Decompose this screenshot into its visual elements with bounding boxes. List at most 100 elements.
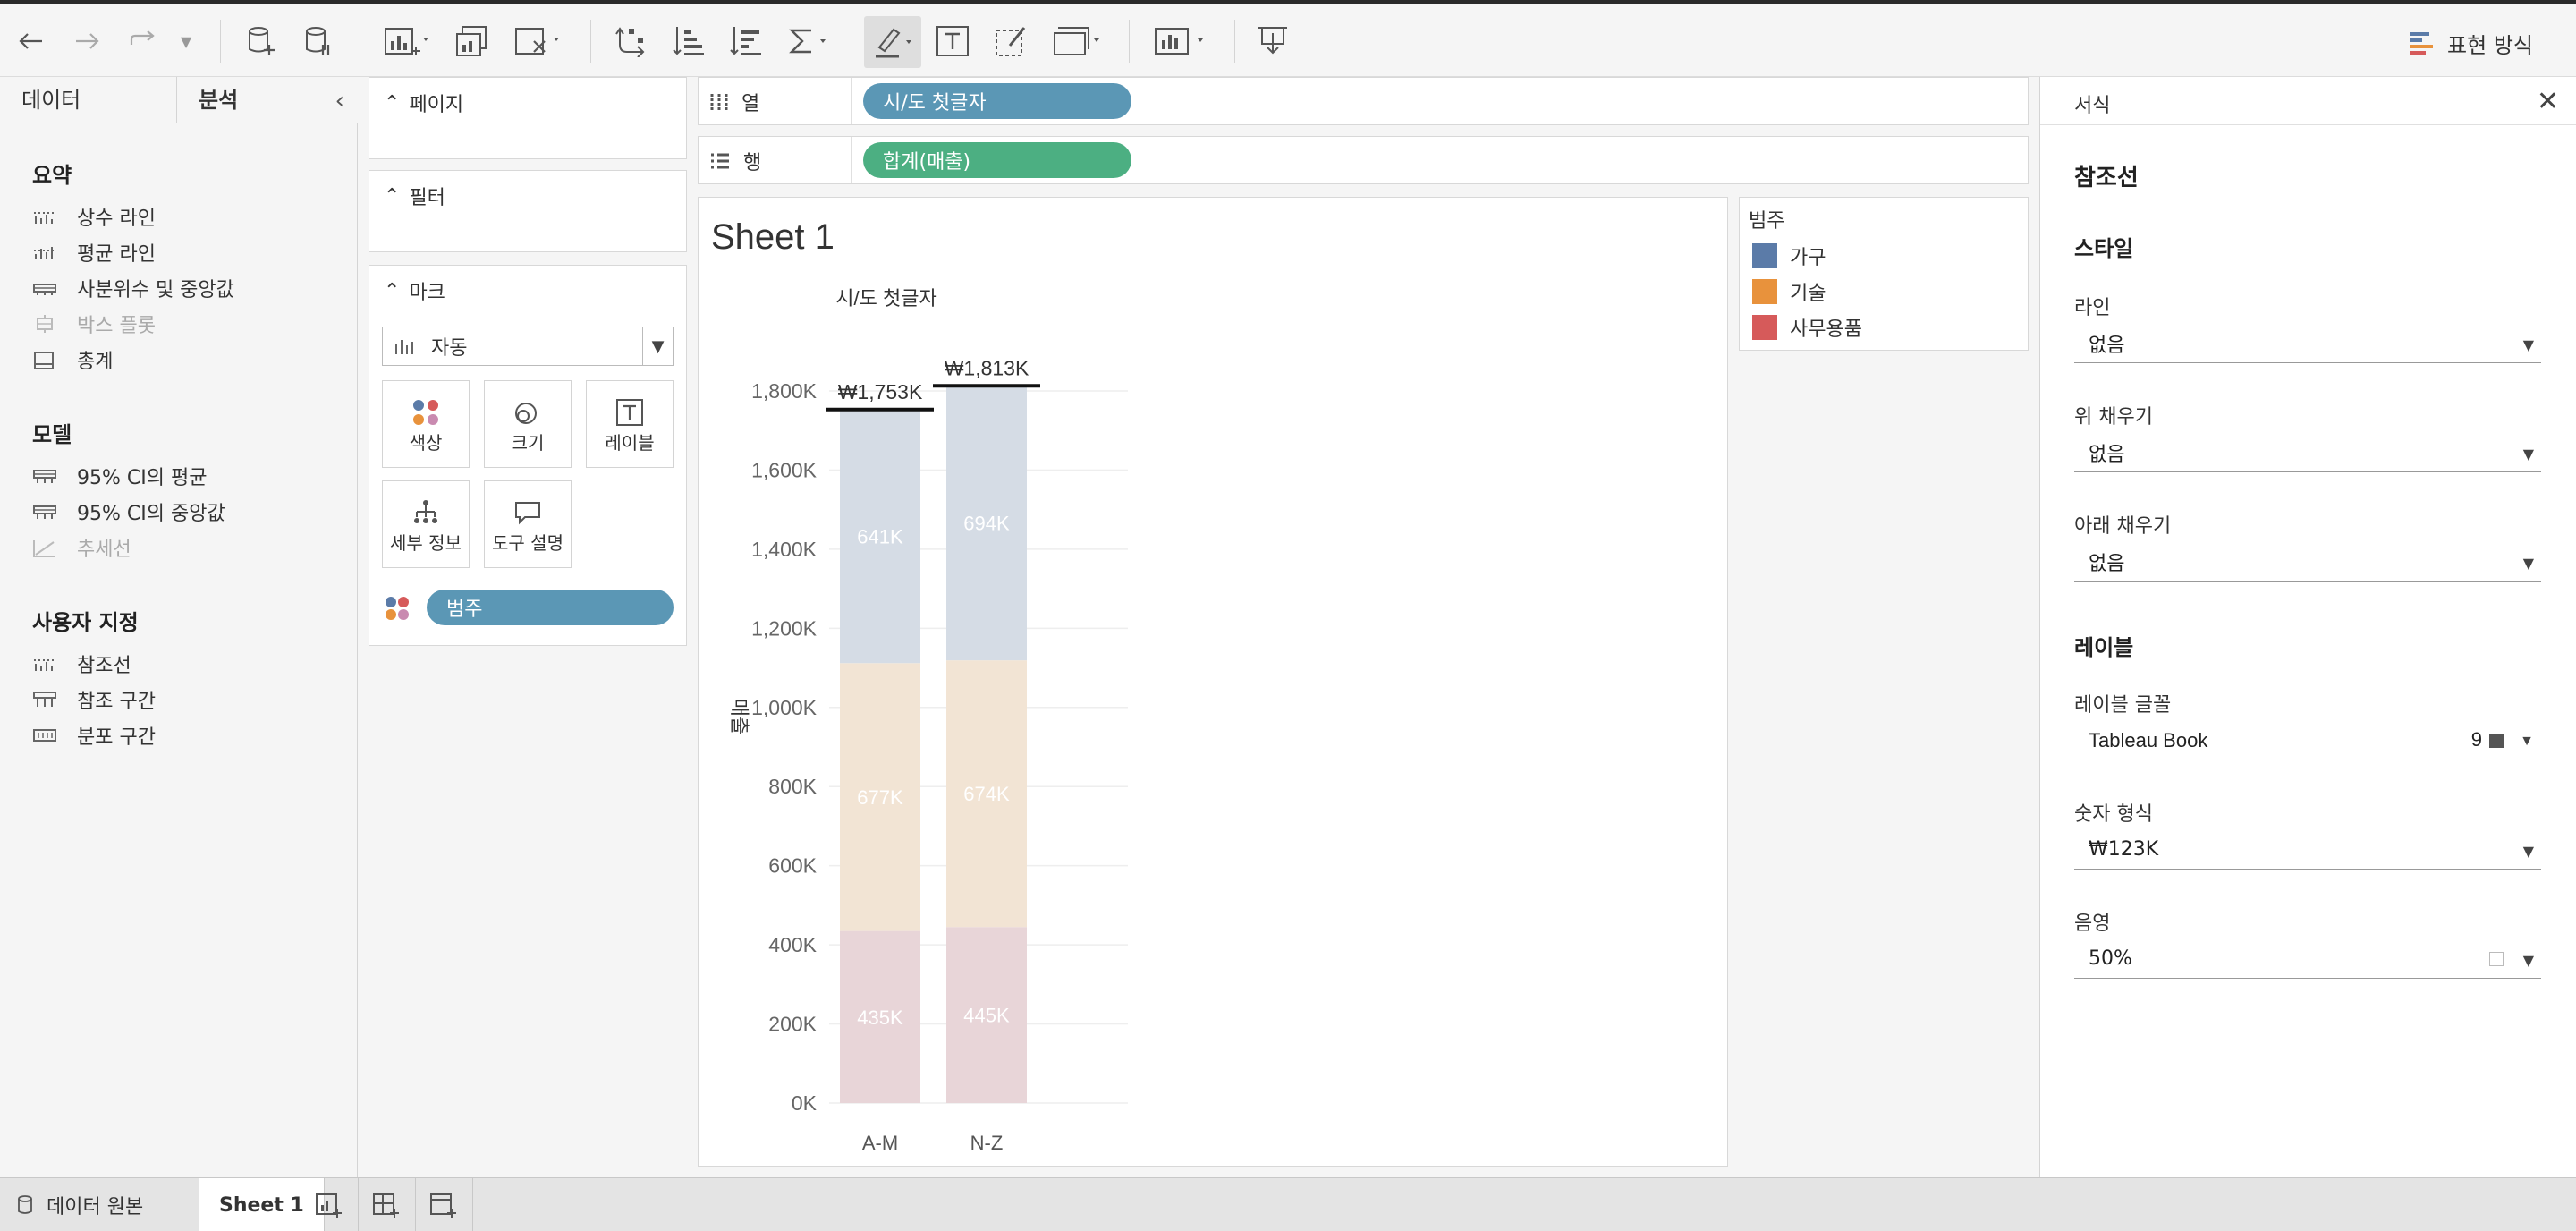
rows-label-text: 행 xyxy=(743,152,762,174)
ci-median-item[interactable]: 95% CI의 중앙값 xyxy=(32,494,225,530)
constant-line-item[interactable]: 상수 라인 xyxy=(32,199,156,234)
average-line-item[interactable]: 평균 라인 xyxy=(32,234,156,270)
duplicate-sheet-icon[interactable] xyxy=(453,23,492,59)
show-me-icon xyxy=(2410,32,2434,55)
fill-below-dropdown[interactable]: 없음 ▼ xyxy=(2074,542,2541,582)
show-hide-cards-icon[interactable] xyxy=(1150,23,1211,59)
distribution-band-item[interactable]: 분포 구간 xyxy=(32,717,156,753)
rows-pill-sales[interactable]: 합계(매출) xyxy=(863,142,1131,178)
data-source-tab[interactable]: 데이터 원본 xyxy=(16,1178,143,1231)
fill-above-dropdown[interactable]: 없음 ▼ xyxy=(2074,433,2541,472)
new-story-icon[interactable] xyxy=(428,1191,460,1219)
color-button[interactable]: 색상 xyxy=(382,380,470,468)
mark-type-dropdown[interactable]: 자동 ▼ xyxy=(382,327,674,366)
font-color-swatch[interactable] xyxy=(2489,734,2504,748)
mark-type-value: 자동 xyxy=(431,337,468,360)
new-data-source-icon[interactable] xyxy=(242,23,281,59)
swap-rows-columns-icon[interactable] xyxy=(612,23,651,59)
category-color-pill[interactable]: 범주 xyxy=(427,590,674,625)
dropdown-arrow-icon[interactable]: ▼ xyxy=(2523,336,2534,353)
fit-view-icon[interactable] xyxy=(1048,23,1106,59)
columns-shelf[interactable]: 열 시/도 첫글자 xyxy=(698,77,2029,125)
totals-item[interactable]: 총계 xyxy=(32,342,113,378)
undo-icon[interactable] xyxy=(13,23,48,59)
format-pane-title: 서식 xyxy=(2074,95,2111,117)
clear-sheet-icon[interactable] xyxy=(512,23,564,59)
pause-updates-icon[interactable] xyxy=(299,23,338,59)
tab-data[interactable]: 데이터 xyxy=(0,77,177,123)
legend-label: 사무용품 xyxy=(1790,318,1862,341)
collapse-caret-icon[interactable]: ⌃ xyxy=(384,185,400,208)
reference-band-item[interactable]: 참조 구간 xyxy=(32,682,156,717)
tooltip-button-label: 도구 설명 xyxy=(492,532,564,554)
dropdown-arrow-icon[interactable]: ▼ xyxy=(2523,952,2534,969)
label-button[interactable]: 레이블 xyxy=(586,380,674,468)
rows-shelf[interactable]: 행 합계(매출) xyxy=(698,136,2029,184)
label-font-dropdown[interactable]: Tableau Book 9 ▼ xyxy=(2074,721,2541,760)
format-pane-header: 서식 ✕ xyxy=(2040,77,2576,125)
dropdown-arrow-icon[interactable]: ▼ xyxy=(2523,555,2534,572)
median-quartiles-item[interactable]: 사분위수 및 중앙값 xyxy=(32,270,234,306)
reference-band-icon xyxy=(32,691,57,709)
dropdown-arrow-icon[interactable]: ▼ xyxy=(2523,446,2534,463)
redo-icon[interactable] xyxy=(70,23,106,59)
tab-analysis[interactable]: 분석 xyxy=(177,77,358,123)
line-label: 라인 xyxy=(2074,297,2111,319)
columns-icon xyxy=(710,94,728,110)
toolbar-separator xyxy=(1129,20,1130,63)
marks-card: ⌃ 마크 자동 ▼ 색상 크기 레이블 세부 정보 도구 설명 범주 xyxy=(369,265,687,646)
new-dashboard-icon[interactable] xyxy=(370,1191,402,1219)
tooltip-button[interactable]: 도구 설명 xyxy=(484,480,572,568)
highlight-icon[interactable] xyxy=(864,16,921,68)
tab-separator xyxy=(472,1178,473,1231)
totals-sigma-icon[interactable] xyxy=(784,23,834,59)
marks-card-title[interactable]: ⌃ 마크 xyxy=(384,276,445,305)
sheet-tab-active[interactable]: Sheet 1 xyxy=(199,1178,325,1231)
shading-dropdown[interactable]: 50% ▼ xyxy=(2074,939,2541,979)
collapse-pane-icon[interactable]: ‹ xyxy=(335,88,344,115)
filters-card[interactable]: ⌃ 필터 xyxy=(369,170,687,252)
close-icon[interactable]: ✕ xyxy=(2537,86,2559,117)
y-axis-title: 매출 xyxy=(727,699,750,734)
ci-average-item[interactable]: 95% CI의 평균 xyxy=(32,458,207,494)
x-category-label: A-M xyxy=(862,1132,898,1154)
shading-color-swatch[interactable] xyxy=(2489,952,2504,966)
y-tick-label: 800K xyxy=(768,775,817,798)
fill-above-value: 없음 xyxy=(2089,443,2125,466)
y-tick-label: 200K xyxy=(768,1013,817,1036)
legend-item-technology[interactable]: 기술 xyxy=(1752,276,1826,307)
dropdown-arrow-icon[interactable]: ▼ xyxy=(2523,843,2534,860)
box-plot-item: 박스 플롯 xyxy=(32,306,156,342)
collapse-caret-icon[interactable]: ⌃ xyxy=(384,92,400,115)
toolbar-separator xyxy=(590,20,591,63)
fix-axes-icon[interactable] xyxy=(991,23,1032,59)
size-button[interactable]: 크기 xyxy=(484,380,572,468)
show-mark-labels-icon[interactable] xyxy=(932,23,973,59)
pages-card[interactable]: ⌃ 페이지 xyxy=(369,77,687,159)
show-me-button[interactable]: 표현 방식 xyxy=(2408,25,2533,61)
filters-card-title[interactable]: ⌃ 필터 xyxy=(384,182,445,210)
columns-pill-region[interactable]: 시/도 첫글자 xyxy=(863,83,1131,119)
format-pane: 서식 ✕ 참조선 스타일 라인 없음 ▼ 위 채우기 없음 ▼ 아래 채우기 없… xyxy=(2039,77,2576,1177)
dropdown-arrow-icon[interactable]: ▼ xyxy=(642,327,673,365)
detail-icon xyxy=(414,500,437,523)
y-tick-label: 1,600K xyxy=(751,458,818,481)
new-worksheet-icon[interactable] xyxy=(313,1191,345,1219)
replay-dropdown-icon[interactable]: ▼ xyxy=(175,23,197,59)
number-format-dropdown[interactable]: ₩123K ▼ xyxy=(2074,830,2541,870)
trend-line-label: 추세선 xyxy=(77,539,131,561)
presentation-mode-icon[interactable] xyxy=(1252,23,1293,59)
collapse-caret-icon[interactable]: ⌃ xyxy=(384,280,400,302)
detail-button[interactable]: 세부 정보 xyxy=(382,480,470,568)
legend-item-furniture[interactable]: 가구 xyxy=(1752,241,1826,271)
replay-icon[interactable] xyxy=(125,23,161,59)
sort-ascending-icon[interactable] xyxy=(669,23,708,59)
sort-descending-icon[interactable] xyxy=(726,23,766,59)
dropdown-arrow-icon[interactable]: ▼ xyxy=(2520,734,2534,750)
pages-card-title[interactable]: ⌃ 페이지 xyxy=(384,89,463,117)
line-dropdown[interactable]: 없음 ▼ xyxy=(2074,324,2541,363)
legend-item-office-supplies[interactable]: 사무용품 xyxy=(1752,312,1862,343)
new-worksheet-icon[interactable] xyxy=(381,23,431,59)
number-format-label: 숫자 형식 xyxy=(2074,803,2153,826)
reference-line-item[interactable]: 참조선 xyxy=(32,646,131,682)
